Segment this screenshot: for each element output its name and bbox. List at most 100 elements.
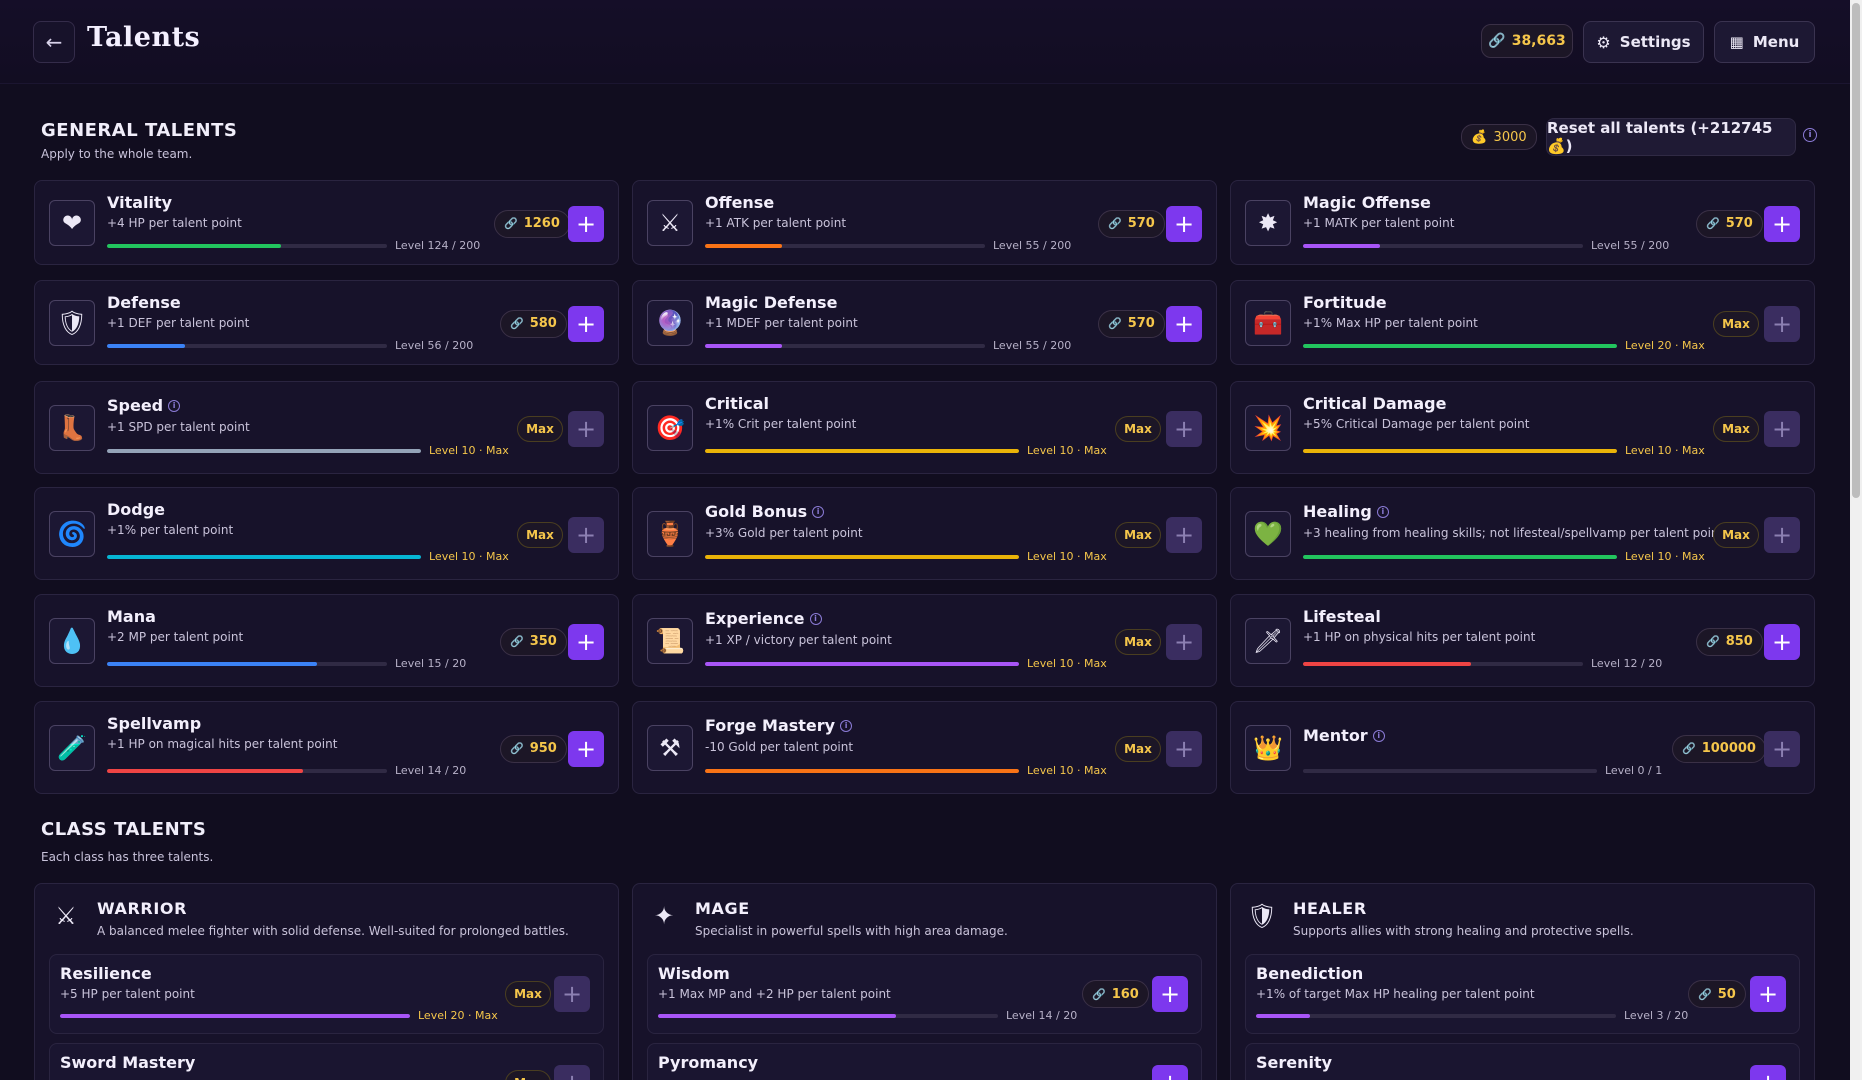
gold-amount: 38,663 <box>1511 33 1566 49</box>
coin-icon: 🔗 <box>1698 987 1712 1001</box>
add-talent-point-button[interactable]: + <box>1166 305 1202 342</box>
shield-icon: 🛡 <box>49 299 95 346</box>
talent-description: -10 Gold per talent point <box>705 740 854 754</box>
talent-cost-value: 350 <box>529 634 557 649</box>
class-talent-cost: 🔗 160 <box>1082 980 1149 1008</box>
progress-fill <box>705 769 1019 773</box>
add-class-talent-point-button[interactable]: + <box>554 976 590 1012</box>
add-talent-point-button[interactable]: + <box>568 205 604 242</box>
swirl-icon: 🌀 <box>49 510 95 557</box>
talent-cost: 🔗 570 <box>1098 209 1165 238</box>
menu-label: Menu <box>1752 33 1800 51</box>
settings-button[interactable]: ⚙ Settings <box>1583 21 1704 63</box>
progress-bar <box>658 1014 998 1018</box>
talent-card-mana: 💧 Mana +2 MP per talent point Level 15 / 20… <box>34 594 619 687</box>
add-class-talent-point-button[interactable]: + <box>1152 976 1188 1012</box>
add-talent-point-button[interactable]: + <box>1764 205 1800 242</box>
info-icon[interactable]: i <box>168 399 181 412</box>
add-talent-point-button[interactable]: + <box>1764 516 1800 553</box>
gear-icon: ⚙ <box>1596 32 1611 52</box>
progress-bar <box>60 1014 410 1018</box>
class-talent-description: +5 HP per talent point <box>60 987 195 1001</box>
talent-cost-value: 580 <box>529 316 557 331</box>
menu-button[interactable]: ▦ Menu <box>1714 21 1815 63</box>
talent-cost: 🔗 570 <box>1098 309 1165 338</box>
add-talent-point-button[interactable]: + <box>568 623 604 660</box>
add-talent-point-button[interactable]: + <box>568 410 604 447</box>
class-talent-resilience: Resilience +5 HP per talent point Level 20… <box>49 954 604 1034</box>
progress-fill <box>1303 555 1617 559</box>
info-icon[interactable]: i <box>812 505 825 518</box>
info-icon[interactable]: i <box>840 719 853 732</box>
add-talent-point-button[interactable]: + <box>1166 623 1202 660</box>
add-talent-point-button[interactable]: + <box>1166 516 1202 553</box>
reset-cost-value: 3000 <box>1493 129 1527 145</box>
add-talent-point-button[interactable]: + <box>1166 730 1202 767</box>
coin-icon: 🔗 <box>1706 635 1720 648</box>
coin-icon: 🔗 <box>1706 217 1720 230</box>
talent-name: Critical Damage <box>1303 394 1446 413</box>
talent-level: Level 10 · Max <box>1625 444 1705 457</box>
talent-name: Mentor i <box>1303 726 1385 745</box>
talent-description: +1 HP on magical hits per talent point <box>107 737 338 751</box>
progress-fill <box>60 1014 410 1018</box>
info-icon[interactable]: i <box>1372 729 1385 742</box>
crown-icon: 👑 <box>1245 724 1291 771</box>
max-badge: Max <box>1115 628 1161 655</box>
info-icon[interactable]: i <box>809 612 822 625</box>
talent-description: +1% Max HP per talent point <box>1303 316 1478 330</box>
add-talent-point-button[interactable]: + <box>1764 410 1800 447</box>
blood-dagger-icon: 🗡 <box>1245 617 1291 664</box>
add-talent-point-button[interactable]: + <box>568 305 604 342</box>
talent-card-defense: 🛡 Defense +1 DEF per talent point Level 56 … <box>34 280 619 365</box>
add-talent-point-button[interactable]: + <box>1166 410 1202 447</box>
max-badge: Max <box>1115 521 1161 548</box>
talent-description: +5% Critical Damage per talent point <box>1303 417 1530 431</box>
add-class-talent-point-button[interactable]: + <box>1750 976 1786 1012</box>
info-icon[interactable]: i <box>1803 128 1817 142</box>
explosion-icon: 💥 <box>1245 404 1291 451</box>
magic-burst-icon: ✸ <box>1245 199 1291 246</box>
talent-card-vitality: ❤ Vitality +4 HP per talent point Level 124… <box>34 180 619 265</box>
scrollbar-thumb[interactable] <box>1852 3 1860 498</box>
coin-icon: 🔗 <box>510 317 524 330</box>
add-talent-point-button[interactable]: + <box>1764 623 1800 660</box>
add-talent-point-button[interactable]: + <box>568 730 604 767</box>
add-class-talent-point-button[interactable]: + <box>1750 1065 1786 1080</box>
progress-bar <box>705 344 985 348</box>
talent-cost: 🔗 1260 <box>494 209 570 238</box>
talent-card-spellvamp: 🧪 Spellvamp +1 HP on magical hits per tale… <box>34 701 619 794</box>
progress-bar <box>1303 662 1583 666</box>
progress-bar <box>107 555 421 559</box>
max-badge: Max <box>517 415 563 442</box>
add-talent-point-button[interactable]: + <box>1764 305 1800 342</box>
talent-level: Level 12 / 20 <box>1591 657 1663 670</box>
talent-card-healing: 💚 Healing i +3 healing from healing skills;… <box>1230 487 1815 580</box>
add-talent-point-button[interactable]: + <box>568 516 604 553</box>
talent-cost-value: 950 <box>529 741 557 756</box>
coin-icon: 🔗 <box>510 742 524 755</box>
talent-cost-value: 100000 <box>1701 741 1756 756</box>
talent-level: Level 20 · Max <box>1625 339 1705 352</box>
progress-bar <box>1256 1014 1616 1018</box>
boot-icon: 👢 <box>49 404 95 451</box>
progress-fill <box>107 344 186 348</box>
add-class-talent-point-button[interactable]: + <box>1152 1065 1188 1080</box>
reset-all-talents-button[interactable]: Reset all talents (+212745 💰) <box>1546 118 1796 156</box>
class-talent-level: Level 3 / 20 <box>1624 1009 1689 1022</box>
info-icon[interactable]: i <box>1376 505 1389 518</box>
add-talent-point-button[interactable]: + <box>1166 205 1202 242</box>
add-class-talent-point-button[interactable]: + <box>554 1065 590 1080</box>
talent-name-text: Experience <box>705 609 805 628</box>
class-talent-name: Serenity <box>1256 1053 1333 1072</box>
talent-name: Critical <box>705 394 769 413</box>
back-button[interactable]: ← <box>33 21 75 63</box>
class-card-warrior: ⚔ WARRIOR A balanced melee fighter with so… <box>34 883 619 1080</box>
crystal-orb-icon: 🔮 <box>647 299 693 346</box>
talent-name-text: Speed <box>107 396 164 415</box>
talent-level: Level 56 / 200 <box>395 339 474 352</box>
add-talent-point-button[interactable]: + <box>1764 730 1800 767</box>
coin-icon: 🔗 <box>1108 217 1122 230</box>
talent-name: Forge Mastery i <box>705 716 853 735</box>
talent-name: Magic Defense <box>705 293 837 312</box>
